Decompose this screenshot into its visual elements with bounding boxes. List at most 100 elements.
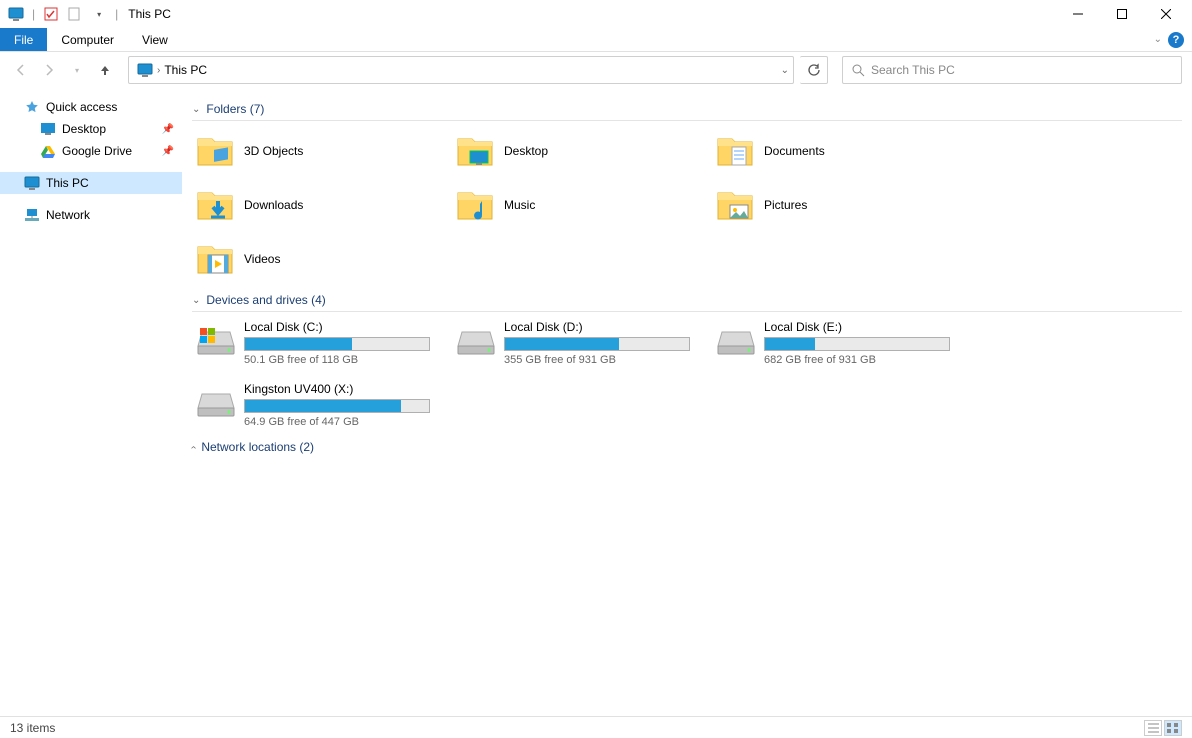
large-icons-view-button[interactable]: [1164, 720, 1182, 736]
sidebar-item-label: This PC: [46, 176, 89, 190]
drives-group-header[interactable]: ⌄ Devices and drives (4): [192, 293, 1182, 312]
collapse-icon: ⌄: [192, 295, 200, 306]
drive-item[interactable]: Local Disk (D:) 355 GB free of 931 GB: [452, 316, 702, 370]
status-bar: 13 items: [0, 716, 1192, 738]
folder-item[interactable]: Music: [452, 179, 702, 231]
ribbon-tabs: File Computer View ⌄ ?: [0, 28, 1192, 52]
search-input[interactable]: Search This PC: [842, 56, 1182, 84]
qat-customize-icon[interactable]: ▾: [91, 6, 107, 22]
search-placeholder: Search This PC: [871, 63, 955, 77]
drive-name: Local Disk (E:): [764, 320, 958, 334]
network-icon: [24, 207, 40, 223]
qat-newfolder-icon[interactable]: [67, 6, 83, 22]
window-title: This PC: [128, 7, 171, 21]
folder-label: 3D Objects: [244, 144, 303, 158]
folder-label: Music: [504, 198, 535, 212]
minimize-button[interactable]: [1056, 0, 1100, 28]
help-icon[interactable]: ?: [1168, 32, 1184, 48]
file-tab[interactable]: File: [0, 28, 47, 51]
folder-item[interactable]: 3D Objects: [192, 125, 442, 177]
pc-icon: [24, 175, 40, 191]
folder-icon: [196, 239, 236, 279]
drive-icon: [716, 320, 756, 360]
drive-free-text: 64.9 GB free of 447 GB: [244, 416, 438, 428]
folder-icon: [716, 185, 756, 225]
ribbon-expand-icon[interactable]: ⌄: [1154, 34, 1162, 45]
folder-label: Pictures: [764, 198, 807, 212]
nav-bar: ▾ › This PC ⌄ Search This PC: [0, 52, 1192, 88]
drive-icon: [456, 320, 496, 360]
folder-icon: [456, 185, 496, 225]
folder-icon: [196, 131, 236, 171]
drive-item[interactable]: Kingston UV400 (X:) 64.9 GB free of 447 G…: [192, 378, 442, 432]
group-title: Devices and drives (4): [206, 293, 325, 307]
gdrive-icon: [40, 143, 56, 159]
folder-label: Videos: [244, 252, 280, 266]
back-button[interactable]: [10, 59, 32, 81]
folder-item[interactable]: Downloads: [192, 179, 442, 231]
pc-icon: [133, 63, 157, 77]
drive-name: Local Disk (C:): [244, 320, 438, 334]
maximize-button[interactable]: [1100, 0, 1144, 28]
sidebar-item-label: Desktop: [62, 122, 106, 136]
up-button[interactable]: [94, 59, 116, 81]
folder-item[interactable]: Documents: [712, 125, 962, 177]
sidebar-item-network[interactable]: Network: [0, 204, 182, 226]
refresh-button[interactable]: [800, 56, 828, 84]
folder-item[interactable]: Desktop: [452, 125, 702, 177]
details-view-button[interactable]: [1144, 720, 1162, 736]
drive-icon: [196, 382, 236, 422]
app-icon: [8, 6, 24, 22]
desktop-icon: [40, 121, 56, 137]
usage-bar: [244, 337, 430, 351]
folder-item[interactable]: Videos: [192, 233, 442, 285]
group-title: Folders (7): [206, 102, 264, 116]
sidebar-item-label: Google Drive: [62, 144, 132, 158]
collapse-icon: ⌄: [192, 104, 200, 115]
folder-icon: [716, 131, 756, 171]
titlebar: | ▾ | This PC: [0, 0, 1192, 28]
pin-icon: 📌: [162, 124, 174, 135]
chevron-down-icon[interactable]: ⌄: [781, 65, 789, 76]
item-count: 13 items: [10, 721, 55, 735]
folder-label: Downloads: [244, 198, 303, 212]
separator: |: [115, 7, 118, 21]
folders-group-header[interactable]: ⌄ Folders (7): [192, 102, 1182, 121]
group-title: Network locations (2): [201, 440, 314, 454]
close-button[interactable]: [1144, 0, 1188, 28]
drive-free-text: 50.1 GB free of 118 GB: [244, 354, 438, 366]
folder-icon: [456, 131, 496, 171]
usage-bar: [504, 337, 690, 351]
view-tab[interactable]: View: [128, 28, 182, 51]
forward-button[interactable]: [38, 59, 60, 81]
drive-icon: [196, 320, 236, 360]
sidebar-item-quick-access[interactable]: Quick access: [0, 96, 182, 118]
drive-item[interactable]: Local Disk (E:) 682 GB free of 931 GB: [712, 316, 962, 370]
network-group-header[interactable]: › Network locations (2): [192, 440, 1182, 458]
recent-dropdown-icon[interactable]: ▾: [66, 59, 88, 81]
folder-icon: [196, 185, 236, 225]
folder-label: Desktop: [504, 144, 548, 158]
sidebar-item-label: Quick access: [46, 100, 117, 114]
pin-icon: 📌: [162, 146, 174, 157]
usage-bar: [244, 399, 430, 413]
drive-free-text: 355 GB free of 931 GB: [504, 354, 698, 366]
sidebar-item-google-drive[interactable]: Google Drive 📌: [0, 140, 182, 162]
sidebar-item-this-pc[interactable]: This PC: [0, 172, 182, 194]
sidebar-item-desktop[interactable]: Desktop 📌: [0, 118, 182, 140]
drive-name: Local Disk (D:): [504, 320, 698, 334]
address-text[interactable]: This PC: [160, 63, 211, 77]
drive-item[interactable]: Local Disk (C:) 50.1 GB free of 118 GB: [192, 316, 442, 370]
folder-item[interactable]: Pictures: [712, 179, 962, 231]
folder-label: Documents: [764, 144, 825, 158]
usage-bar: [764, 337, 950, 351]
address-bar[interactable]: › This PC ⌄: [128, 56, 794, 84]
drive-name: Kingston UV400 (X:): [244, 382, 438, 396]
qat-properties-icon[interactable]: [43, 6, 59, 22]
drive-free-text: 682 GB free of 931 GB: [764, 354, 958, 366]
search-icon: [851, 63, 865, 77]
computer-tab[interactable]: Computer: [47, 28, 128, 51]
star-icon: [24, 99, 40, 115]
content-pane: ⌄ Folders (7) 3D Objects Desktop Documents…: [182, 88, 1192, 724]
sidebar-item-label: Network: [46, 208, 90, 222]
